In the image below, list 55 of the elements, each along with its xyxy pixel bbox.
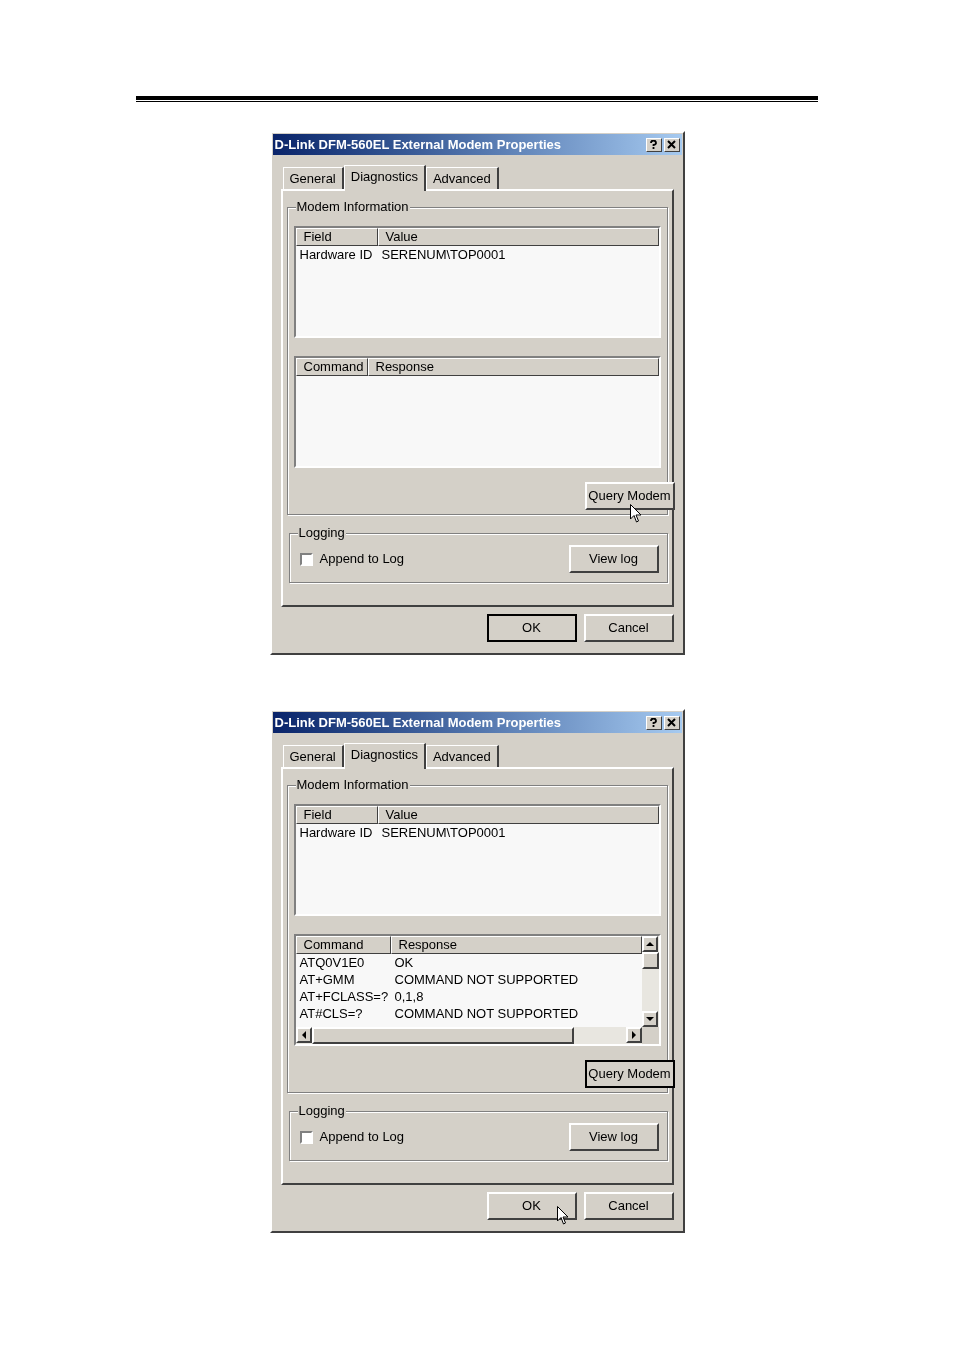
pointer-cursor-icon	[556, 1206, 569, 1225]
ok-button[interactable]: OK	[486, 614, 577, 642]
table-cell-text: 0,1,8	[393, 988, 425, 1005]
cancel-button[interactable]: Cancel	[583, 614, 674, 642]
group-title: Logging	[297, 525, 346, 541]
scroll-thumb[interactable]	[311, 1027, 574, 1044]
column-header[interactable]: Field	[295, 806, 378, 824]
table-cell-text: Hardware ID	[298, 246, 374, 263]
tab[interactable]: Diagnostics	[343, 743, 426, 769]
table-cell-text: COMMAND NOT SUPPORTED	[393, 971, 580, 988]
query-modem-button[interactable]: Query Modem	[584, 482, 675, 510]
scroll-thumb[interactable]	[641, 952, 659, 969]
table-cell-text: AT+FCLASS=?	[298, 988, 390, 1005]
table-cell-text: OK	[393, 954, 415, 971]
column-header[interactable]: Value	[377, 228, 659, 246]
group-title: Logging	[297, 1103, 346, 1119]
checkbox-label: Append to Log	[319, 1128, 406, 1147]
tab[interactable]: General	[282, 745, 344, 767]
column-header[interactable]: Response	[367, 358, 659, 376]
query-modem-button[interactable]: Query Modem	[584, 1060, 675, 1088]
column-header[interactable]: Response	[390, 936, 642, 954]
view-log-button[interactable]: View log	[568, 545, 659, 573]
help-icon[interactable]	[645, 137, 662, 152]
cancel-button[interactable]: Cancel	[583, 1192, 674, 1220]
help-icon[interactable]	[645, 715, 662, 730]
table-cell-text: ATQ0V1E0	[298, 954, 366, 971]
ok-button[interactable]: OK	[486, 1192, 577, 1220]
table-cell-text: AT+GMM	[298, 971, 356, 988]
column-header[interactable]: Value	[377, 806, 659, 824]
checkbox[interactable]	[299, 552, 313, 566]
tab[interactable]: Diagnostics	[343, 165, 426, 191]
table-cell-text: COMMAND NOT SUPPORTED	[393, 1005, 580, 1022]
tab[interactable]: General	[282, 167, 344, 189]
column-header[interactable]: Command	[295, 358, 368, 376]
close-icon[interactable]	[663, 137, 680, 152]
pointer-cursor-icon	[629, 504, 642, 523]
scroll-down-icon[interactable]	[641, 1011, 658, 1027]
window-title: D-Link DFM-560EL External Modem Properties	[274, 713, 563, 732]
table-cell-text: SERENUM\TOP0001	[380, 824, 507, 841]
tab[interactable]: Advanced	[425, 745, 499, 767]
table-cell-text: Hardware ID	[298, 824, 374, 841]
column-header[interactable]: Field	[295, 228, 378, 246]
close-icon[interactable]	[663, 715, 680, 730]
table-cell-text: SERENUM\TOP0001	[380, 246, 507, 263]
window-title: D-Link DFM-560EL External Modem Properties	[274, 135, 563, 154]
tab[interactable]: Advanced	[425, 167, 499, 189]
column-header[interactable]: Command	[295, 936, 391, 954]
vertical-scrollbar[interactable]	[641, 936, 659, 1027]
checkbox[interactable]	[299, 1130, 313, 1144]
horizontal-scrollbar[interactable]	[295, 1027, 642, 1044]
scroll-right-icon[interactable]	[625, 1027, 642, 1043]
view-log-button[interactable]: View log	[568, 1123, 659, 1151]
table-cell-text: AT#CLS=?	[298, 1005, 364, 1022]
scroll-left-icon[interactable]	[295, 1027, 312, 1043]
checkbox-label: Append to Log	[319, 550, 406, 569]
